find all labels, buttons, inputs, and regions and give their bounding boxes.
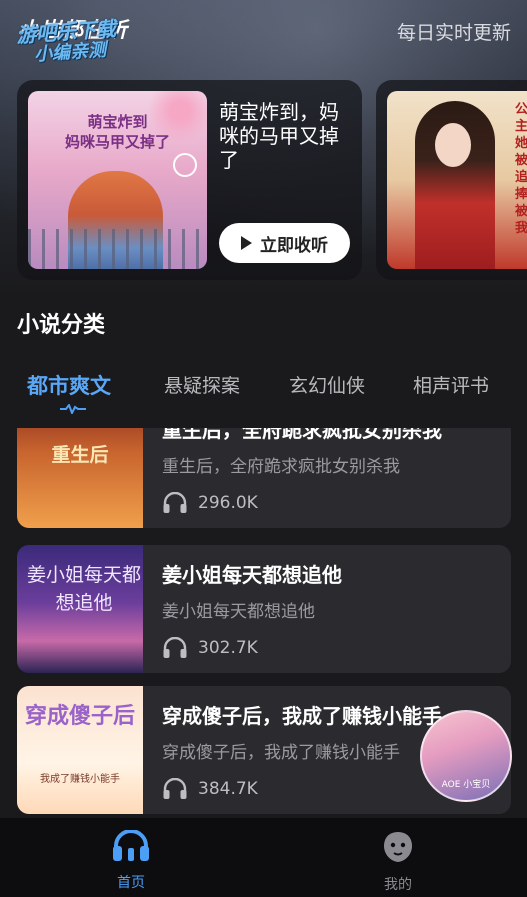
- featured-book-cover[interactable]: 萌宝炸到 妈咪马甲又掉了: [28, 91, 207, 269]
- section-title: 小说分类: [17, 313, 106, 338]
- tab-fantasy[interactable]: 玄幻仙侠: [289, 371, 365, 398]
- featured-cover-text-2: 妈咪马甲又掉了: [64, 133, 170, 151]
- featured-book-title[interactable]: 萌宝炸到，妈咪的马甲又掉了: [219, 100, 355, 172]
- nav-profile[interactable]: 我的: [338, 830, 458, 894]
- face-illustration: [435, 123, 471, 167]
- bottom-navigation: 首页 我的: [0, 818, 527, 897]
- book-list-item[interactable]: 姜小姐每天都想追他 姜小姐每天都想追他 姜小姐每天都想追他 302.7K: [17, 545, 511, 673]
- book-cover-text: 重生后: [51, 444, 109, 466]
- headphones-icon: [163, 492, 187, 513]
- book-subtitle: 重生后，全府跪求疯批女别杀我: [162, 457, 400, 477]
- listen-now-label: 立即收听: [260, 235, 328, 256]
- tab-crosstalk[interactable]: 相声评书: [413, 371, 489, 398]
- railing-decoration: [28, 229, 207, 269]
- play-count-value: 296.0K: [198, 493, 258, 513]
- play-icon: [241, 236, 252, 250]
- nav-home[interactable]: 首页: [71, 829, 191, 892]
- headphones-icon: [113, 829, 149, 861]
- book-cover-text: 姜小姐每天都想追他: [26, 564, 141, 614]
- featured-next-cover-text: 公主她被追捧被我: [515, 102, 527, 236]
- daily-update-label: 每日实时更新: [396, 22, 511, 44]
- top-bar: 小岩都在听 游吧乐下载 小编亲测 每日实时更新: [0, 0, 527, 66]
- play-count-value: 302.7K: [198, 638, 258, 658]
- play-count: 296.0K: [162, 492, 258, 514]
- book-title[interactable]: 重生后，全府跪求疯批女别杀我: [162, 428, 502, 443]
- book-cover[interactable]: 重生后: [17, 428, 143, 528]
- play-count: 384.7K: [162, 778, 258, 800]
- floating-player-caption: AOE 小宝贝: [441, 780, 491, 790]
- featured-next-cover[interactable]: 公主她被追捧被我: [387, 91, 527, 269]
- featured-book-card[interactable]: 萌宝炸到 妈咪马甲又掉了 萌宝炸到，妈咪的马甲又掉了 立即收听: [17, 80, 362, 280]
- book-cover-subtext: 我成了赚钱小能手: [40, 774, 120, 785]
- watermark-line-2: 小编亲测: [33, 39, 107, 66]
- play-count-value: 384.7K: [198, 779, 258, 799]
- active-tab-wave-icon: [60, 404, 86, 414]
- app-logo: 小岩都在听 游吧乐下载 小编亲测: [14, 10, 164, 66]
- nav-home-label: 首页: [117, 875, 145, 891]
- listen-now-button[interactable]: 立即收听: [219, 223, 350, 263]
- play-count: 302.7K: [162, 637, 258, 659]
- book-cover[interactable]: 穿成傻子后 我成了赚钱小能手: [17, 686, 143, 814]
- book-cover-text: 穿成傻子后: [24, 704, 135, 729]
- profile-face-icon: [384, 832, 412, 862]
- featured-book-card-next[interactable]: 公主她被追捧被我: [376, 80, 527, 280]
- heart-sign-decoration: [173, 153, 197, 177]
- category-tabs: 都市爽文 悬疑探案 玄幻仙侠 相声评书: [0, 366, 527, 416]
- headphones-icon: [163, 778, 187, 799]
- tab-urban[interactable]: 都市爽文: [27, 370, 111, 400]
- headphones-icon: [163, 637, 187, 658]
- book-title[interactable]: 姜小姐每天都想追他: [162, 559, 502, 588]
- floating-player-button[interactable]: AOE 小宝贝: [420, 710, 512, 802]
- nav-profile-label: 我的: [384, 877, 412, 893]
- book-cover[interactable]: 姜小姐每天都想追他: [17, 545, 143, 673]
- book-list-item[interactable]: 重生后 重生后，全府跪求疯批女别杀我 重生后，全府跪求疯批女别杀我 296.0K: [17, 428, 511, 528]
- book-subtitle: 姜小姐每天都想追他: [162, 602, 315, 622]
- tab-mystery[interactable]: 悬疑探案: [164, 371, 240, 398]
- featured-cover-text-1: 萌宝炸到: [87, 113, 148, 131]
